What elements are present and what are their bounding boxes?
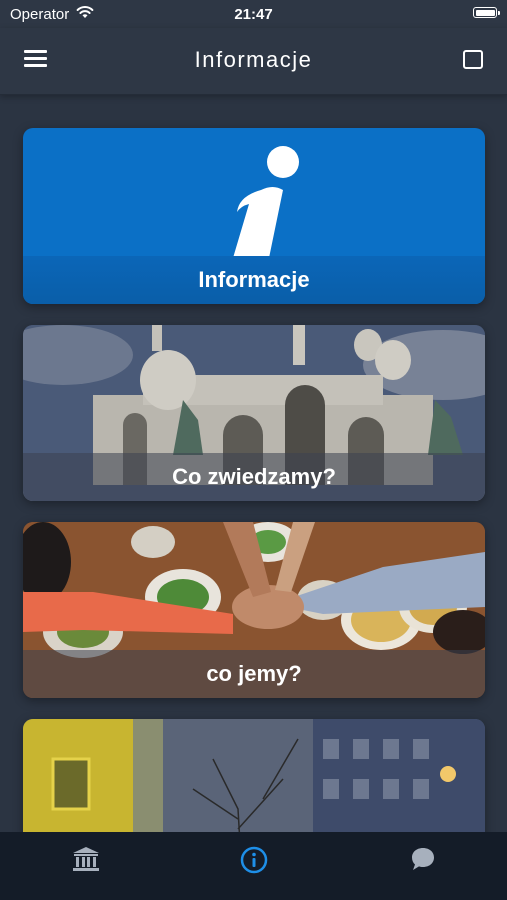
museum-icon (73, 847, 99, 871)
tab-museum[interactable] (72, 846, 100, 877)
tab-info[interactable] (240, 846, 268, 879)
info-circle-icon (240, 846, 268, 874)
navigation-bar: Informacje (0, 28, 507, 95)
card-label-bar: Co zwiedzamy? (23, 453, 485, 501)
chat-bubble-icon (412, 848, 434, 870)
clock-time: 21:47 (234, 6, 273, 23)
info-i-icon (233, 146, 299, 258)
card-label: Co zwiedzamy? (172, 464, 336, 489)
square-icon[interactable] (463, 50, 483, 69)
card-informacje[interactable]: Informacje (23, 128, 485, 304)
card-co-jemy[interactable]: co jemy? (23, 522, 485, 698)
status-bar: Operator 21:47 (0, 0, 507, 28)
card-label-bar: Informacje (23, 256, 485, 304)
card-label: Informacje (198, 267, 310, 292)
card-label-bar: co jemy? (23, 650, 485, 698)
card-label: co jemy? (206, 661, 302, 686)
battery-icon (473, 7, 500, 18)
page-title: Informacje (194, 47, 313, 72)
tab-chat[interactable] (410, 846, 436, 877)
tab-bar (0, 832, 507, 900)
card-co-zwiedzamy[interactable]: Co zwiedzamy? (23, 325, 485, 501)
